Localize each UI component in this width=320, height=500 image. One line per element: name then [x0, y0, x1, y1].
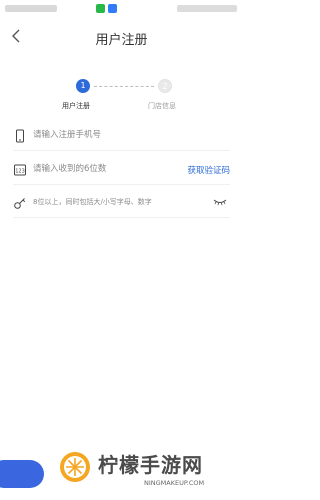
get-code-button[interactable]: 获取验证码: [187, 164, 230, 176]
next-step-button[interactable]: [0, 460, 44, 488]
key-icon: [14, 198, 26, 209]
page-title: 用户注册: [95, 33, 148, 48]
nav-bar: 用户注册: [0, 20, 243, 54]
watermark-url: NINGMAKEUP.COM: [144, 479, 205, 487]
step-2-indicator: 2: [158, 79, 172, 93]
verification-code-input[interactable]: [33, 161, 163, 177]
status-time-indicator: [5, 5, 57, 12]
step-1-label: 用户注册: [62, 102, 90, 110]
phone-row: [13, 124, 230, 151]
password-row: [13, 191, 230, 218]
step-2-label: 门店信息: [148, 102, 176, 110]
phone-icon: [16, 129, 24, 143]
password-input[interactable]: [33, 194, 203, 210]
lemon-logo-icon: [60, 452, 90, 482]
wechat-notification-icon: [96, 4, 105, 13]
step-1-indicator: 1: [76, 79, 90, 93]
status-system-icons: [177, 5, 237, 12]
app-notification-icon: [108, 4, 117, 13]
step-connector: [94, 86, 154, 87]
code-row: 123 获取验证码: [13, 158, 230, 185]
status-bar: [0, 0, 243, 20]
phone-input[interactable]: [33, 127, 213, 143]
watermark-title: 柠檬手游网: [98, 453, 203, 477]
watermark: 柠檬手游网 NINGMAKEUP.COM: [58, 448, 238, 490]
registration-stepper: 1 2 用户注册 门店信息: [0, 54, 243, 114]
sms-code-icon: 123: [14, 164, 26, 176]
eye-closed-icon[interactable]: [213, 197, 227, 207]
svg-text:123: 123: [15, 169, 25, 175]
